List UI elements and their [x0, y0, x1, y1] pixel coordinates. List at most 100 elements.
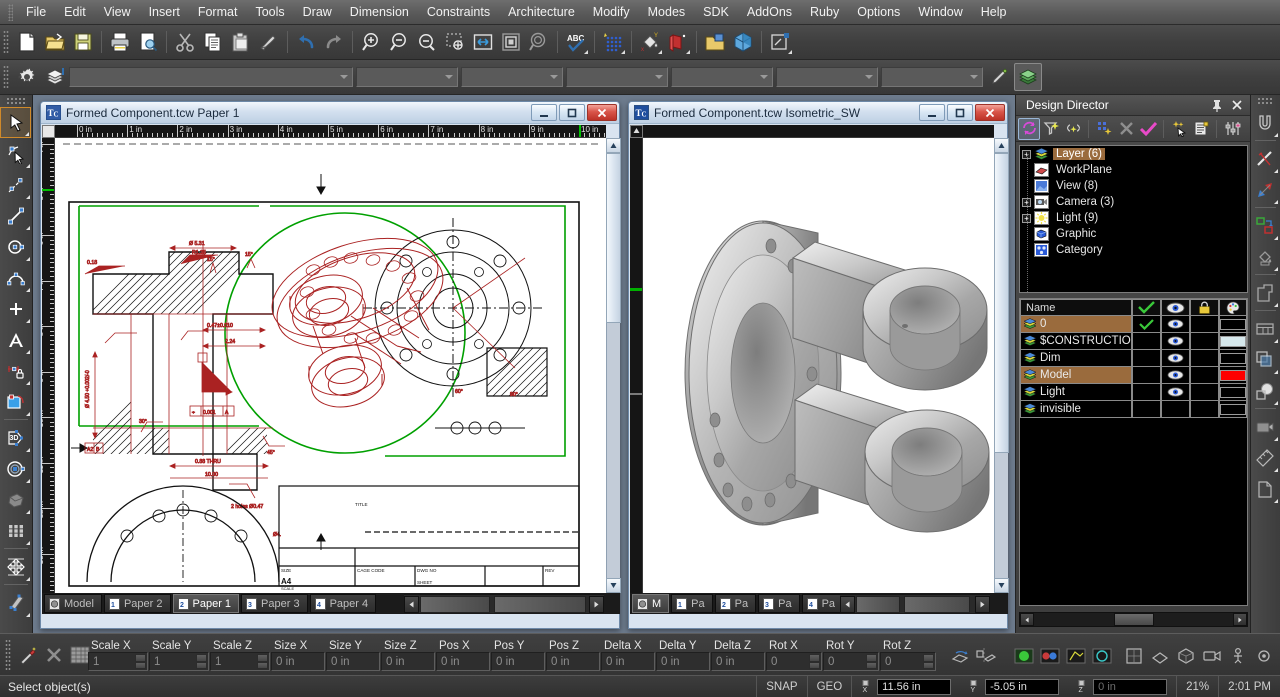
iso-tab-paper3[interactable]: 3 Pa [758, 594, 799, 613]
view-walkthrough-icon[interactable] [1224, 642, 1252, 670]
view-front-icon[interactable] [1120, 642, 1148, 670]
library-folder-icon[interactable] [701, 28, 729, 56]
line-tool[interactable] [0, 200, 31, 231]
menu-edit[interactable]: Edit [55, 2, 95, 22]
isometric-maximize-button[interactable] [947, 104, 973, 121]
layer-row-3[interactable]: Model [1020, 367, 1247, 384]
circle-tool[interactable] [0, 231, 31, 262]
color-swatch[interactable] [1220, 336, 1246, 347]
isometric-scroll-up-button[interactable] [994, 138, 1009, 153]
paint-fill-icon[interactable]: Yx [636, 28, 664, 56]
tab-paper4[interactable]: 4 Paper 4 [310, 594, 377, 613]
layer-table-hscrollbar[interactable] [1019, 612, 1248, 627]
layer-row-0-active[interactable] [1132, 316, 1161, 333]
iso-tab-paper4[interactable]: 4 Pa [802, 594, 843, 613]
color-swatch[interactable] [1220, 387, 1246, 398]
render-tool[interactable] [0, 484, 31, 515]
menu-view[interactable]: View [95, 2, 140, 22]
redo-icon[interactable] [320, 28, 348, 56]
layer-column-name[interactable]: Name [1020, 299, 1132, 316]
layer-row-2-active[interactable] [1132, 350, 1161, 367]
menu-ruby[interactable]: Ruby [801, 2, 848, 22]
isometric-horizontal-scrollbar[interactable] [840, 594, 990, 613]
new-file-icon[interactable] [13, 28, 41, 56]
layer-row-5-visible[interactable] [1161, 401, 1190, 418]
zoom-window-icon[interactable] [441, 28, 469, 56]
spinner-scale-x[interactable] [135, 654, 146, 669]
layer-row-4-active[interactable] [1132, 384, 1161, 401]
zoom-extents-icon[interactable] [469, 28, 497, 56]
camera-icon[interactable] [1251, 411, 1279, 442]
layer-row-0-lock[interactable] [1190, 316, 1219, 333]
layer-row-4[interactable]: Light [1020, 384, 1247, 401]
layer-row-2-visible[interactable] [1161, 350, 1190, 367]
input-pos-y[interactable]: 0 in [491, 652, 545, 671]
filter-icon[interactable] [1040, 118, 1062, 140]
layer-row-5-lock[interactable] [1190, 401, 1219, 418]
design-director-tree[interactable]: + Layer (6) WorkPlane View (8) [1019, 145, 1248, 293]
coordinate-y-value[interactable]: -5.05 in [985, 679, 1059, 695]
paper1-scroll-right-button[interactable] [589, 596, 604, 613]
paper1-scroll-down-button[interactable] [606, 578, 621, 593]
isometric-minimize-button[interactable] [919, 104, 945, 121]
zoom-page-icon[interactable] [497, 28, 525, 56]
paper1-vertical-ruler[interactable]: -4 in-5 in-6 in-7 in-8 in-9 in-10 in-11 … [42, 138, 55, 593]
print-icon[interactable] [106, 28, 134, 56]
node-edit-tool[interactable] [0, 138, 31, 169]
menu-constraints[interactable]: Constraints [418, 2, 499, 22]
snap-grid-icon[interactable] [599, 28, 627, 56]
layer-row-1[interactable]: $CONSTRUCTION [1020, 333, 1247, 350]
paper1-titlebar[interactable]: TC Formed Component.tcw Paper 1 [41, 102, 619, 124]
iso-tab-paper1[interactable]: 2 Pa [715, 594, 756, 613]
print-preview-icon[interactable] [134, 28, 162, 56]
apply-check-icon[interactable] [1137, 118, 1159, 140]
tab-paper3[interactable]: 3 Paper 3 [241, 594, 308, 613]
layer-row-2-color[interactable] [1219, 350, 1247, 367]
color-swatch[interactable] [1220, 353, 1246, 364]
layer-row-0-visible[interactable] [1161, 316, 1190, 333]
move-tool[interactable] [0, 551, 31, 582]
menu-addons[interactable]: AddOns [738, 2, 801, 22]
settings-icon[interactable] [1221, 118, 1243, 140]
bucket-fill-icon[interactable] [1251, 241, 1279, 272]
arc-tool[interactable] [0, 262, 31, 293]
isometric-scroll-right-button[interactable] [975, 596, 990, 613]
standard-toolbar-grip[interactable] [3, 30, 9, 54]
linestyle-combo[interactable] [461, 67, 563, 87]
menu-dimension[interactable]: Dimension [341, 2, 418, 22]
profile-icon[interactable] [1251, 473, 1279, 504]
tree-item-workplane[interactable]: WorkPlane [1020, 162, 1247, 178]
property-toolbar-grip[interactable] [3, 65, 9, 89]
layer-row-5[interactable]: invisible [1020, 401, 1247, 418]
tab-paper1[interactable]: 2 Paper 1 [173, 594, 240, 613]
isometric-canvas[interactable] [643, 138, 994, 593]
spinner-rot-z[interactable] [923, 654, 934, 669]
layer-row-5-color[interactable] [1219, 401, 1247, 418]
tab-paper2[interactable]: 1 Paper 2 [104, 594, 171, 613]
paste-icon[interactable] [227, 28, 255, 56]
input-pos-z[interactable]: 0 in [546, 652, 600, 671]
linewidth-combo[interactable] [566, 67, 668, 87]
save-icon[interactable] [69, 28, 97, 56]
select-tool[interactable] [0, 107, 31, 138]
snap-indicator[interactable]: SNAP [756, 676, 806, 697]
view-camera-icon[interactable] [1198, 642, 1226, 670]
paper1-horizontal-scrollbar[interactable] [404, 594, 604, 613]
paper1-horizontal-ruler[interactable]: 0 in1 in2 in3 in4 in5 in6 in7 in8 in9 in… [55, 125, 606, 138]
selection-set-icon[interactable] [1062, 118, 1084, 140]
menu-help[interactable]: Help [972, 2, 1016, 22]
spinner-scale-z[interactable] [257, 654, 268, 669]
array-tool[interactable] [0, 515, 31, 546]
revolve-tool[interactable] [0, 453, 31, 484]
spinner-rot-y[interactable] [866, 654, 877, 669]
layer-row-2-lock[interactable] [1190, 350, 1219, 367]
coordinate-x[interactable]: X 11.56 in [851, 676, 960, 697]
table-icon[interactable] [1251, 313, 1279, 344]
gear-icon[interactable] [13, 63, 41, 91]
zoom-in-icon[interactable] [357, 28, 385, 56]
input-size-z[interactable]: 0 in [381, 652, 435, 671]
coordinate-x-value[interactable]: 11.56 in [877, 679, 951, 695]
menu-window[interactable]: Window [909, 2, 971, 22]
shade-mode-icon[interactable] [1036, 642, 1064, 670]
dimension-tool[interactable] [0, 355, 31, 386]
